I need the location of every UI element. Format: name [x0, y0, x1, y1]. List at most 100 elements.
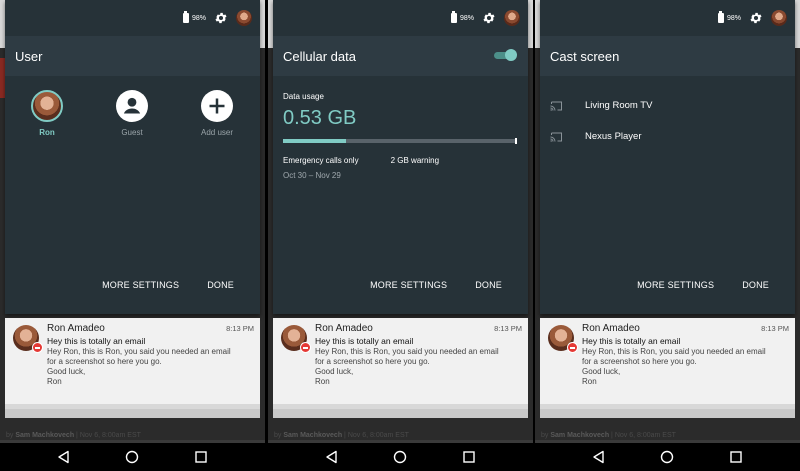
panel-actions: MORE SETTINGS DONE [370, 280, 528, 290]
notification-body-line: Ron [315, 377, 330, 386]
panel-title: Cast screen [550, 48, 620, 64]
user-label-guest: Guest [121, 128, 143, 137]
screen-cast: by Sam Machkovech | Nov 6, 8:00am EST 98… [535, 0, 800, 471]
home-icon[interactable] [659, 449, 675, 465]
battery-level: 98% [191, 14, 206, 22]
notification-body-line: for a screenshot so here you go. [315, 357, 430, 366]
back-icon[interactable] [56, 449, 72, 465]
notification-body-line: Hey Ron, this is Ron, you said you neede… [47, 347, 231, 356]
cast-device-label: Nexus Player [585, 131, 642, 142]
gmail-badge-icon [300, 342, 311, 353]
footer-date: Nov 6, 8:00am EST [614, 432, 676, 439]
battery-level: 98% [459, 14, 474, 22]
done-button[interactable]: DONE [207, 280, 234, 290]
gear-icon[interactable] [482, 11, 496, 25]
user-avatar[interactable] [771, 10, 787, 26]
notification-body: Hey Ron, this is Ron, you said you neede… [47, 347, 252, 387]
notification-time: 8:13 PM [761, 324, 789, 333]
gear-icon[interactable] [214, 11, 228, 25]
data-warning-label: 2 GB warning [390, 156, 440, 165]
back-icon[interactable] [324, 449, 340, 465]
cellular-data-toggle[interactable] [494, 49, 517, 61]
notification-time: 8:13 PM [226, 324, 254, 333]
cast-device-living-room-tv[interactable]: Living Room TV [550, 100, 652, 111]
more-settings-button[interactable]: MORE SETTINGS [102, 280, 179, 290]
user-avatar[interactable] [236, 10, 252, 26]
email-notification[interactable]: Ron Amadeo 8:13 PM Hey this is totally a… [540, 318, 795, 404]
gmail-badge-icon [567, 342, 578, 353]
status-bar: 98% [450, 8, 520, 28]
data-usage-details: Emergency calls only 2 GB warning [283, 156, 439, 165]
email-notification[interactable]: Ron Amadeo 8:13 PM Hey this is totally a… [5, 318, 260, 404]
notification-body-line: Good luck, [582, 367, 621, 376]
notification-body: Hey Ron, this is Ron, you said you neede… [315, 347, 520, 387]
notification-subject: Hey this is totally an email [582, 336, 681, 346]
notification-body-line: Good luck, [47, 367, 86, 376]
notification-sender: Ron Amadeo [582, 323, 640, 334]
data-usage-value: 0.53 GB [283, 107, 357, 129]
battery-icon [182, 11, 189, 23]
battery-indicator: 98% [717, 11, 741, 23]
status-bar: 98% [182, 8, 252, 28]
more-settings-button[interactable]: MORE SETTINGS [637, 280, 714, 290]
data-limit-marker [515, 138, 517, 144]
notification-time: 8:13 PM [494, 324, 522, 333]
footer-date: Nov 6, 8:00am EST [347, 432, 409, 439]
screen-user: by Sam Machkovech | Nov 6, 8:00am EST 98… [0, 0, 265, 471]
notification-body-line: Hey Ron, this is Ron, you said you neede… [315, 347, 499, 356]
battery-icon [717, 11, 724, 23]
data-usage-fill [283, 139, 346, 143]
recents-icon[interactable] [461, 449, 477, 465]
cast-device-nexus-player[interactable]: Nexus Player [550, 131, 642, 142]
home-icon[interactable] [392, 449, 408, 465]
screen-cellular: by Sam Machkovech | Nov 6, 8:00am EST 98… [268, 0, 533, 471]
ron-avatar [31, 90, 63, 122]
notification-stack-edge-2 [540, 409, 795, 418]
footer-date: Nov 6, 8:00am EST [79, 432, 141, 439]
footer-author: Sam Machkovech [15, 432, 75, 439]
cast-device-label: Living Room TV [585, 100, 653, 111]
notification-sender: Ron Amadeo [315, 323, 373, 334]
home-icon[interactable] [124, 449, 140, 465]
footer-author: Sam Machkovech [550, 432, 610, 439]
notification-subject: Hey this is totally an email [315, 336, 414, 346]
gear-icon[interactable] [749, 11, 763, 25]
data-usage-label: Data usage [283, 92, 324, 101]
user-avatar[interactable] [504, 10, 520, 26]
notification-body-line: for a screenshot so here you go. [47, 357, 162, 366]
recents-icon[interactable] [728, 449, 744, 465]
toggle-knob [505, 49, 517, 61]
battery-indicator: 98% [182, 11, 206, 23]
cast-icon [550, 101, 562, 111]
navigation-bar [268, 443, 533, 471]
more-settings-button[interactable]: MORE SETTINGS [370, 280, 447, 290]
email-notification[interactable]: Ron Amadeo 8:13 PM Hey this is totally a… [273, 318, 528, 404]
notification-body: Hey Ron, this is Ron, you said you neede… [582, 347, 787, 387]
user-tile-add[interactable]: Add user [187, 90, 247, 137]
user-tile-ron[interactable]: Ron [17, 90, 77, 137]
quick-settings-panel: 98% User Ron Guest Add user MORE SETTING… [5, 0, 260, 314]
user-tile-guest[interactable]: Guest [102, 90, 162, 137]
emergency-calls-label: Emergency calls only [283, 156, 359, 165]
notification-body-line: Ron [582, 377, 597, 386]
panel-title: Cellular data [283, 48, 356, 64]
notification-body-line: Ron [47, 377, 62, 386]
done-button[interactable]: DONE [742, 280, 769, 290]
notification-body-line: Hey Ron, this is Ron, you said you neede… [582, 347, 766, 356]
footer-author: Sam Machkovech [283, 432, 343, 439]
navigation-bar [0, 443, 265, 471]
person-icon [117, 91, 147, 121]
background-footer-meta: by Sam Machkovech | Nov 6, 8:00am EST [274, 432, 409, 439]
battery-icon [450, 11, 457, 23]
plus-icon [209, 98, 225, 114]
add-user-circle [201, 90, 233, 122]
panel-actions: MORE SETTINGS DONE [637, 280, 795, 290]
recents-icon[interactable] [193, 449, 209, 465]
notification-sender: Ron Amadeo [47, 323, 105, 334]
done-button[interactable]: DONE [475, 280, 502, 290]
back-icon[interactable] [591, 449, 607, 465]
background-footer-meta: by Sam Machkovech | Nov 6, 8:00am EST [541, 432, 676, 439]
status-bar: 98% [717, 8, 787, 28]
notification-body-line: Good luck, [315, 367, 354, 376]
notification-subject: Hey this is totally an email [47, 336, 146, 346]
